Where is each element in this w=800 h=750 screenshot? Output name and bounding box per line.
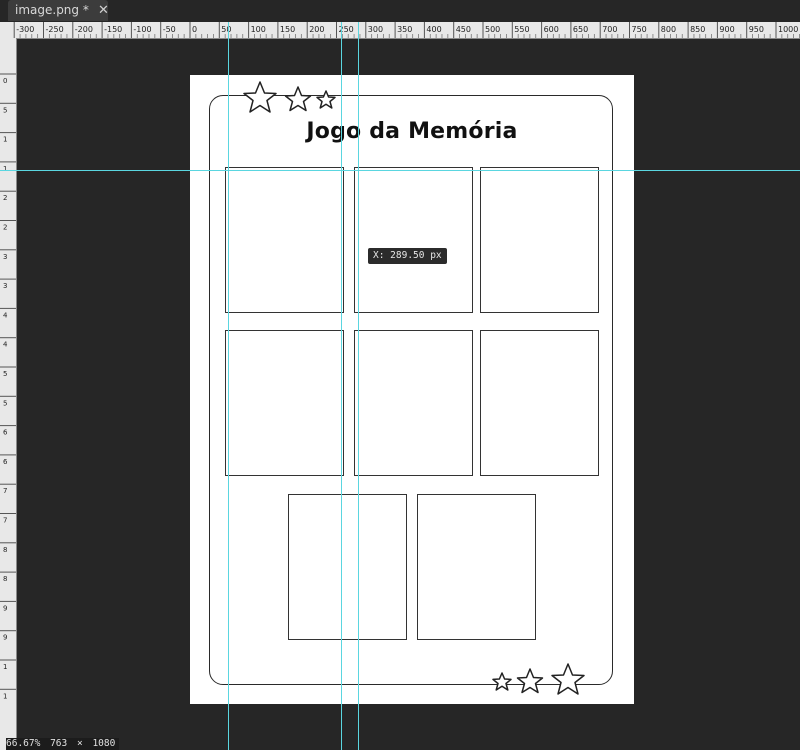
star-icon	[492, 672, 512, 691]
star-icon	[243, 81, 277, 113]
tab-title: image.png *	[15, 3, 89, 17]
ruler-label: 900	[719, 25, 734, 34]
vertical-ruler[interactable]: 0 5 1 1 2 2 3 3 4 4 5 5 6 6 7 7 8 8 9 9 1 1	[0, 38, 17, 750]
memory-card-6	[480, 330, 599, 476]
coordinate-tooltip: X: 289.50 px	[368, 248, 447, 264]
document-tab[interactable]: image.png * ✕	[8, 0, 109, 21]
ruler-label: 8	[3, 546, 7, 554]
ruler-label: 850	[690, 25, 705, 34]
ruler-label: 8	[3, 575, 7, 583]
ruler-label: 350	[397, 25, 412, 34]
ruler-label: -250	[46, 25, 64, 34]
ruler-label: 7	[3, 517, 7, 525]
ruler-label: 1000	[778, 25, 798, 34]
ruler-label: -200	[75, 25, 93, 34]
ruler-label: 1	[3, 165, 7, 173]
status-bar: 66.67% 763 × 1080	[6, 738, 120, 750]
ruler-label: 5	[3, 106, 7, 114]
ruler-label: -150	[104, 25, 122, 34]
ruler-label: 6	[3, 458, 8, 466]
ruler-label: 800	[661, 25, 676, 34]
ruler-label: 400	[426, 25, 441, 34]
memory-card-5	[354, 330, 473, 476]
ruler-label: 200	[309, 25, 324, 34]
ruler-label: 500	[485, 25, 500, 34]
ruler-label: 1	[3, 136, 7, 144]
ruler-label: 550	[514, 25, 529, 34]
ruler-label: 5	[3, 370, 7, 378]
ruler-label: 600	[544, 25, 559, 34]
ruler-label: 3	[3, 253, 7, 261]
guide-line-vertical[interactable]	[228, 22, 229, 750]
ruler-label: 4	[3, 311, 8, 319]
close-icon[interactable]: ✕	[98, 0, 109, 21]
ruler-label: 2	[3, 224, 7, 232]
ruler-label: 150	[280, 25, 295, 34]
ruler-label: 6	[3, 429, 8, 437]
ruler-label: 4	[3, 341, 8, 349]
image-width: 763	[50, 738, 68, 749]
stars-top-left	[243, 81, 336, 113]
guide-line-vertical[interactable]	[341, 22, 342, 750]
ruler-label: 1	[3, 692, 7, 700]
tab-bar: image.png * ✕	[0, 0, 800, 22]
stars-bottom-right	[492, 663, 585, 695]
document-title: Jogo da Memória	[306, 119, 518, 144]
ruler-label: 100	[251, 25, 266, 34]
vertical-ruler-ticks: 0 5 1 1 2 2 3 3 4 4 5 5 6 6 7 7 8 8 9 9 1 1	[0, 73, 16, 700]
ruler-label: 300	[368, 25, 383, 34]
canvas-area[interactable]: Jogo da Memória	[17, 39, 800, 750]
memory-card-4	[225, 330, 344, 476]
ruler-label: 650	[573, 25, 588, 34]
guide-line-horizontal[interactable]	[0, 170, 800, 171]
zoom-level[interactable]: 66.67%	[6, 738, 40, 749]
horizontal-ruler[interactable]: -300 -250 -200 -150 -100 -50 0 50 100 150 200 250 30…	[0, 22, 800, 39]
guide-line-vertical[interactable]	[358, 22, 359, 750]
ruler-label: 700	[602, 25, 617, 34]
ruler-label: 450	[456, 25, 471, 34]
horizontal-ruler-ticks: -300 -250 -200 -150 -100 -50 0 50 100 150 200 250 30…	[13, 22, 800, 38]
star-icon	[284, 86, 312, 112]
ruler-label: 0	[3, 77, 7, 85]
ruler-label: 9	[3, 634, 7, 642]
memory-card-3	[480, 167, 599, 313]
dimension-separator: ×	[76, 738, 83, 749]
ruler-label: -50	[163, 25, 176, 34]
ruler-label: 5	[3, 399, 7, 407]
ruler-label: 9	[3, 604, 7, 612]
ruler-label: 0	[192, 25, 197, 34]
image-height: 1080	[92, 738, 116, 749]
memory-card-8	[417, 494, 536, 640]
memory-card-1	[225, 167, 344, 313]
ruler-label: 750	[632, 25, 647, 34]
ruler-label: -100	[133, 25, 151, 34]
ruler-label: 50	[221, 25, 231, 34]
star-icon	[516, 668, 544, 694]
star-icon	[316, 90, 336, 109]
memory-card-7	[288, 494, 407, 640]
ruler-label: 1	[3, 663, 7, 671]
ruler-label: 2	[3, 194, 7, 202]
ruler-label: 3	[3, 282, 7, 290]
ruler-label: 7	[3, 487, 7, 495]
memory-card-2	[354, 167, 473, 313]
ruler-label: -300	[16, 25, 34, 34]
ruler-label: 950	[749, 25, 764, 34]
star-icon	[551, 663, 585, 695]
